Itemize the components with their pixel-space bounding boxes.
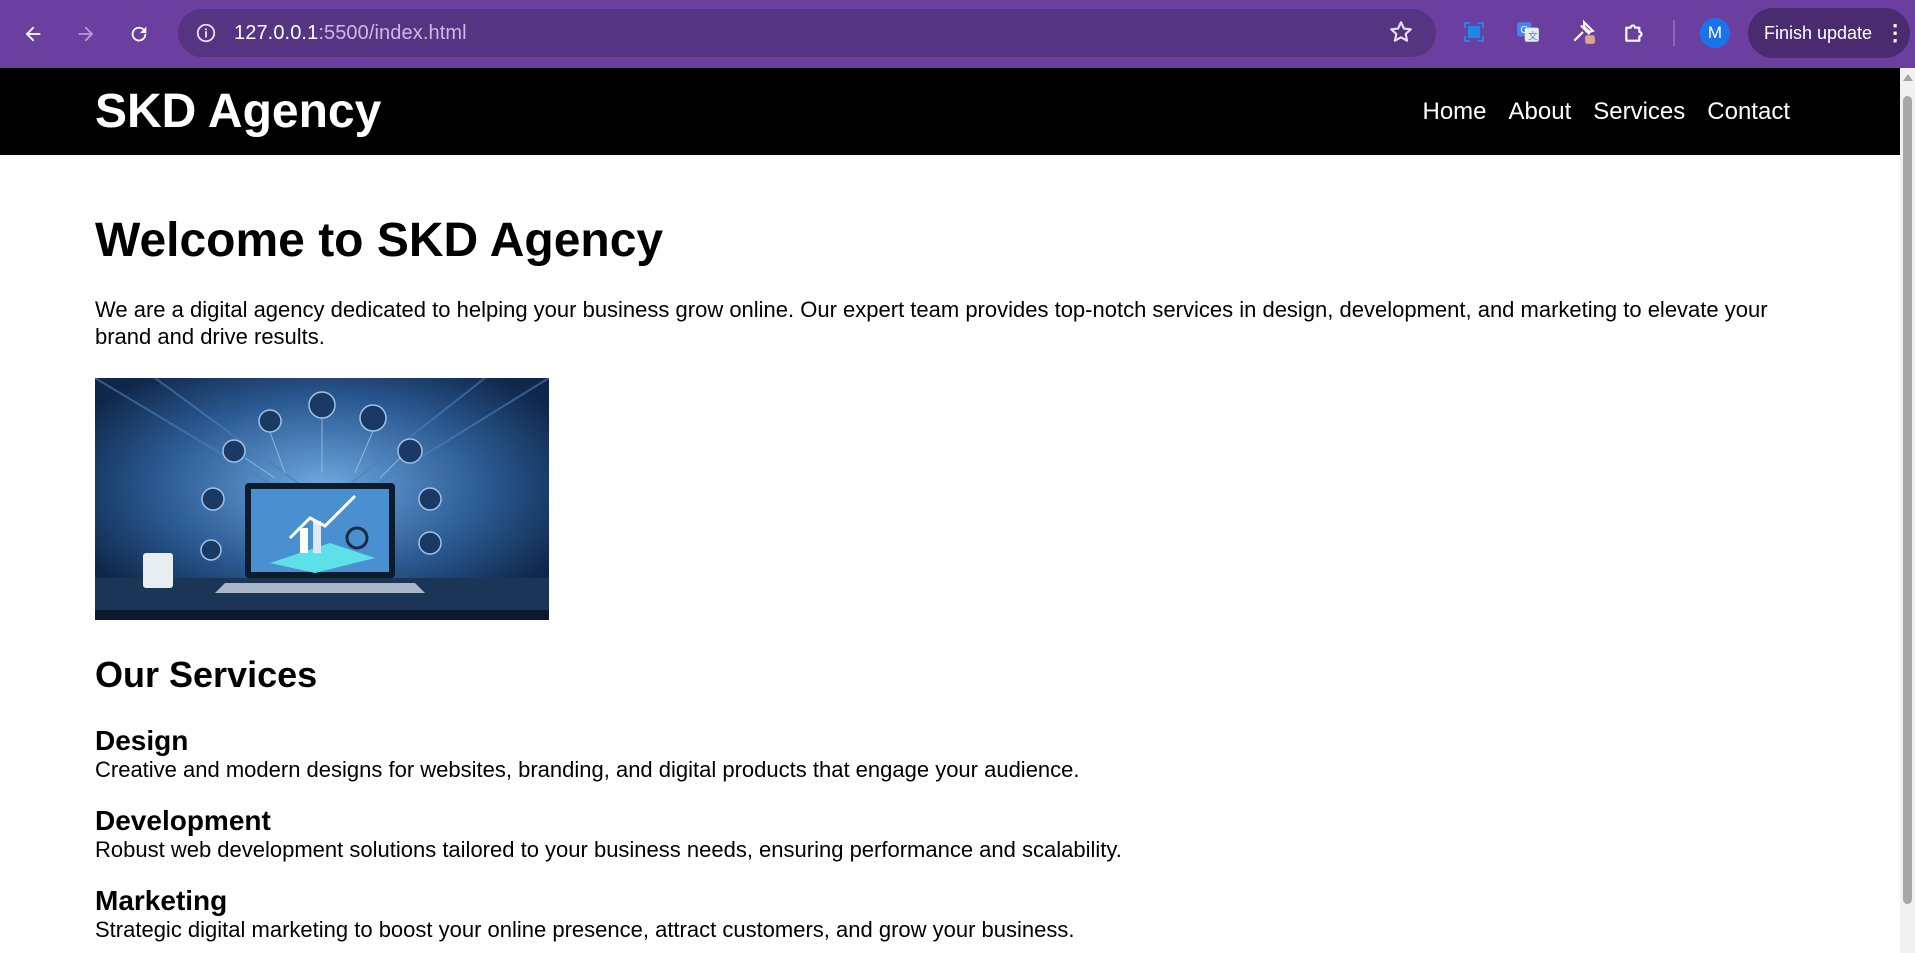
address-bar[interactable]: 127.0.0.1:5500/index.html (178, 9, 1436, 57)
svg-text:G: G (1520, 25, 1528, 36)
site-nav: Home About Services Contact (1423, 98, 1791, 126)
service-marketing: Marketing Strategic digital marketing to… (95, 886, 1805, 944)
finish-update-button[interactable]: Finish update ⋮ (1748, 8, 1910, 58)
browser-toolbar: 127.0.0.1:5500/index.html G文 M Finish up… (0, 0, 1915, 68)
nav-about[interactable]: About (1509, 98, 1572, 126)
service-title: Marketing (95, 885, 228, 916)
nav-services[interactable]: Services (1593, 98, 1685, 126)
back-icon (25, 26, 41, 42)
url-text: 127.0.0.1:5500/index.html (234, 22, 467, 45)
bookmark-star-icon[interactable] (1388, 19, 1414, 50)
extensions-puzzle-icon[interactable] (1620, 17, 1650, 47)
services-heading: Our Services (95, 654, 318, 695)
vertical-scrollbar[interactable] (1900, 68, 1915, 953)
screenshot-icon[interactable] (1459, 17, 1489, 47)
scrollbar-thumb[interactable] (1903, 96, 1912, 904)
intro-paragraph: We are a digital agency dedicated to hel… (95, 297, 1768, 349)
hero-image (95, 378, 549, 620)
nav-home[interactable]: Home (1423, 98, 1487, 126)
nav-contact[interactable]: Contact (1707, 98, 1790, 126)
svg-text:文: 文 (1528, 30, 1538, 43)
page-viewport: SKD Agency Home About Services Contact W… (0, 68, 1900, 953)
service-design: Design Creative and modern designs for w… (95, 726, 1805, 784)
main-content: Welcome to SKD Agency We are a digital a… (0, 213, 1900, 944)
site-logo[interactable]: SKD Agency (95, 84, 381, 139)
toolbar-separator (1673, 20, 1675, 46)
translate-icon[interactable]: G文 (1513, 17, 1543, 47)
service-description: Robust web development solutions tailore… (95, 837, 1122, 862)
extension-pin-icon[interactable] (1568, 17, 1598, 47)
url-path: :5500/index.html (318, 21, 467, 44)
url-host: 127.0.0.1 (234, 21, 319, 44)
service-development: Development Robust web development solut… (95, 806, 1805, 864)
site-info-icon[interactable] (192, 19, 220, 47)
service-title: Development (95, 805, 271, 836)
reload-icon (131, 26, 147, 42)
forward-icon (78, 26, 94, 42)
scroll-up-arrow-icon[interactable] (1903, 74, 1913, 81)
finish-update-label: Finish update (1764, 22, 1873, 43)
service-title: Design (95, 725, 189, 756)
service-description: Creative and modern designs for websites… (95, 757, 1080, 782)
forward-button[interactable] (66, 14, 106, 54)
profile-avatar[interactable]: M (1700, 18, 1730, 48)
menu-dots-icon: ⋮ (1884, 20, 1907, 45)
reload-button[interactable] (119, 14, 159, 54)
laptop-illustration (95, 378, 549, 620)
page-title: Welcome to SKD Agency (95, 214, 664, 267)
service-description: Strategic digital marketing to boost you… (95, 917, 1075, 942)
site-header: SKD Agency Home About Services Contact (0, 68, 1900, 155)
back-button[interactable] (13, 14, 53, 54)
